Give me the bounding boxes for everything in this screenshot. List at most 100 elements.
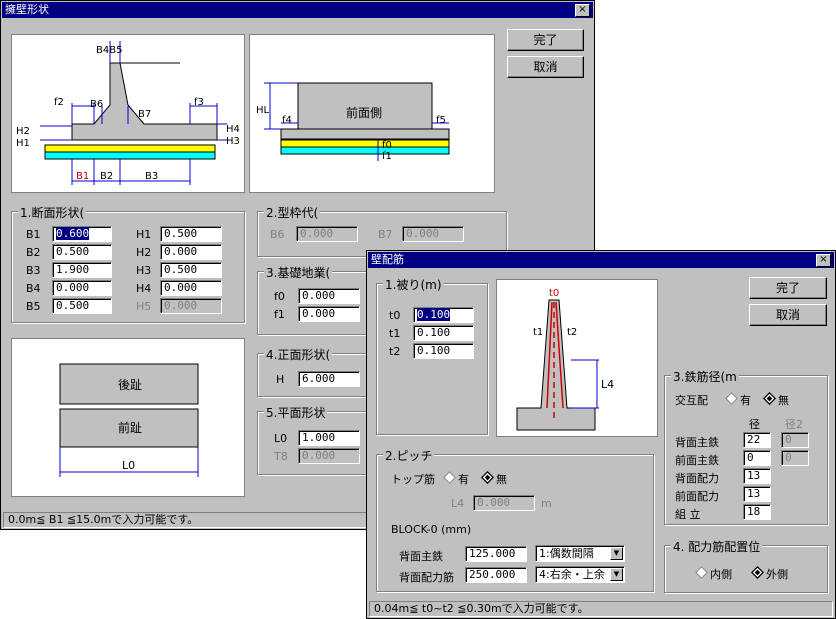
label-back-distribution: 背面配力筋 — [399, 571, 454, 584]
label-hl: HL — [256, 105, 270, 116]
ok-button[interactable]: 完了 — [749, 277, 827, 299]
back-main-pitch-input[interactable]: 125.000 — [465, 546, 527, 562]
label-t1: t1 — [389, 327, 401, 340]
b3-input[interactable]: 1.900 — [52, 262, 112, 278]
label-l4: L4 — [451, 497, 465, 510]
label-h1: H1 — [16, 138, 30, 149]
l0-input[interactable]: 1.000 — [298, 430, 360, 446]
label-front-side: 前面側 — [346, 105, 382, 120]
f1-input[interactable]: 0.000 — [298, 306, 360, 322]
title-bar[interactable]: 壁配筋 × — [368, 252, 834, 268]
top-bar-no-radio[interactable]: 無 — [481, 471, 507, 487]
group-title: 1.断面形状( — [18, 204, 87, 221]
label-t2: t2 — [567, 327, 577, 338]
label-h4: H4 — [226, 124, 240, 135]
col-diameter: 径 — [749, 418, 760, 431]
ok-button[interactable]: 完了 — [507, 29, 584, 51]
t0-input[interactable]: 0.100 — [413, 307, 474, 323]
outer-radio[interactable]: 外側 — [751, 566, 788, 582]
label-b6: B6 — [270, 228, 285, 241]
cancel-button[interactable]: 取消 — [749, 304, 827, 326]
b5-input[interactable]: 0.500 — [52, 298, 112, 314]
label-b4: B4 — [26, 282, 41, 295]
label-h2: H2 — [16, 126, 30, 137]
back-distribution-pitch-input[interactable]: 250.000 — [465, 567, 527, 583]
label-back-toe: 後趾 — [118, 378, 142, 392]
front-dist-dia-input[interactable]: 13 — [743, 486, 771, 502]
label-h: H — [276, 373, 285, 386]
back-dist-dia-input[interactable]: 13 — [743, 468, 771, 484]
b4-input[interactable]: 0.000 — [52, 280, 112, 296]
front-main-dia-input[interactable]: 0 — [743, 450, 771, 466]
inner-radio[interactable]: 内側 — [695, 566, 732, 582]
front-diagram-svg: HL 前面側 f4 f5 f0 f1 — [256, 82, 450, 162]
close-button[interactable]: × — [575, 4, 590, 17]
label-b1: B1 — [26, 228, 41, 241]
label-f1: f1 — [274, 308, 285, 321]
front-main-dia2-input: 0 — [781, 450, 809, 466]
back-main-dia-input[interactable]: 22 — [743, 432, 771, 448]
alternate-yes-radio[interactable]: 有 — [725, 392, 751, 408]
label-f1: f1 — [382, 151, 392, 162]
h1-input[interactable]: 0.500 — [160, 226, 222, 242]
f0-input[interactable]: 0.000 — [298, 288, 360, 304]
row-label: 前面主鉄 — [675, 454, 719, 467]
label-front-toe: 前趾 — [118, 420, 142, 435]
assembly-dia-input[interactable]: 18 — [743, 504, 771, 520]
back-distribution-mode-select[interactable]: 4:右余・上余 ▼ — [535, 566, 625, 583]
chevron-down-icon[interactable]: ▼ — [610, 547, 623, 560]
rebar-diagram: t0 t1 t2 L4 — [496, 279, 658, 437]
b6-input: 0.000 — [296, 226, 358, 242]
label-back-main: 背面主鉄 — [399, 550, 443, 563]
back-main-dia2-input: 0 — [781, 432, 809, 448]
label-l4: L4 — [601, 378, 614, 391]
top-bar-yes-radio[interactable]: 有 — [443, 471, 469, 487]
window-wall-rebar: 壁配筋 × 完了 取消 1.被り(m) t0 0.100 t1 0.100 t2… — [366, 250, 836, 619]
label-alternate: 交互配 — [675, 394, 708, 407]
label-h3: H3 — [136, 264, 152, 277]
group-title: 2.ピッチ — [383, 447, 435, 464]
h4-input[interactable]: 0.000 — [160, 280, 222, 296]
row-label: 背面配力 — [675, 472, 719, 485]
rebar-diagram-svg: t0 t1 t2 L4 — [516, 288, 614, 431]
label-h3: H3 — [226, 136, 240, 147]
plan-diagram-svg: 後趾 前趾 L0 — [59, 363, 199, 477]
l4-input: 0.000 — [473, 495, 535, 511]
row-label: 組 立 — [675, 508, 701, 521]
label-b7: B7 — [378, 228, 393, 241]
window-title: 擁壁形状 — [5, 3, 49, 16]
label-b7: B7 — [138, 109, 151, 120]
group-section-shape: 1.断面形状( B1 0.600 H1 0.500 B2 0.500 H2 0.… — [11, 204, 245, 323]
group-title: 5.平面形状 — [264, 404, 328, 421]
label-b3: B3 — [26, 264, 41, 277]
t2-input[interactable]: 0.100 — [413, 343, 474, 359]
section-diagram-svg: B4B5 B6 B7 f2 f3 H2 H1 H4 H3 B1 B2 B3 — [16, 41, 240, 185]
row-label: 背面主鉄 — [675, 436, 719, 449]
label-top-bar: トップ筋 — [391, 473, 435, 486]
col-diameter-2: 径2 — [785, 418, 803, 431]
group-title: 3.基礎地業( — [264, 264, 333, 281]
close-button[interactable]: × — [816, 254, 831, 267]
label-f4: f4 — [282, 115, 292, 126]
label-f5: f5 — [436, 115, 446, 126]
label-b5: B5 — [26, 300, 41, 313]
h2-input[interactable]: 0.000 — [160, 244, 222, 260]
chevron-down-icon[interactable]: ▼ — [610, 568, 623, 581]
title-bar[interactable]: 擁壁形状 × — [2, 2, 593, 18]
cancel-button[interactable]: 取消 — [507, 56, 584, 78]
h-input[interactable]: 6.000 — [298, 371, 360, 387]
back-main-mode-select[interactable]: 1:偶数間隔 ▼ — [535, 545, 625, 562]
label-l0: L0 — [274, 432, 288, 445]
label-b2: B2 — [100, 171, 113, 182]
b2-input[interactable]: 0.500 — [52, 244, 112, 260]
status-bar: 0.0m≦ B1 ≦15.0mで入力可能です。 — [3, 512, 367, 528]
t1-input[interactable]: 0.100 — [413, 325, 474, 341]
alternate-no-radio[interactable]: 無 — [763, 392, 789, 408]
label-block: BLOCK-0 (mm) — [391, 523, 472, 536]
label-l4-unit: m — [541, 497, 552, 510]
group-pitch: 2.ピッチ トップ筋 有 無 L4 0.000 m BLOCK-0 (mm) 背… — [376, 447, 654, 592]
group-title: 2.型枠代( — [264, 204, 321, 221]
h3-input[interactable]: 0.500 — [160, 262, 222, 278]
label-b2: B2 — [26, 246, 41, 259]
b1-input[interactable]: 0.600 — [52, 226, 112, 242]
